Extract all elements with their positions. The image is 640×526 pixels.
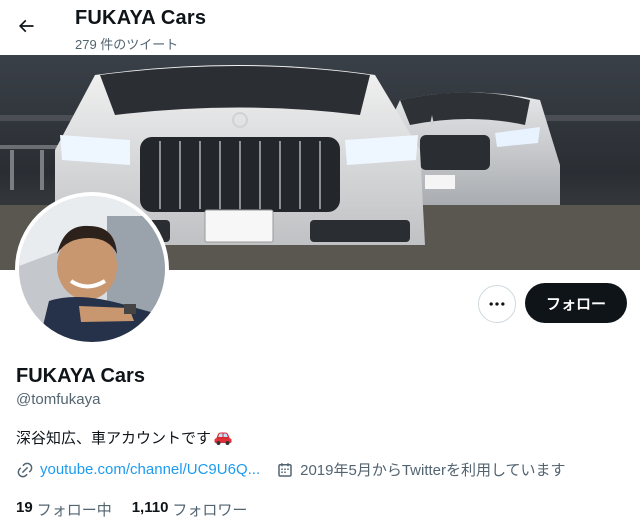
car-emoji	[214, 432, 232, 445]
profile-bio: 深谷知広、車アカウントです	[16, 427, 233, 448]
profile-website-link[interactable]: youtube.com/channel/UC9U6Q...	[40, 461, 260, 478]
arrow-left-icon	[18, 19, 34, 33]
profile-avatar[interactable]	[15, 192, 169, 346]
joined-text: 2019年5月からTwitterを利用しています	[300, 462, 566, 479]
back-button[interactable]	[8, 8, 44, 44]
more-dots-icon	[489, 302, 505, 306]
tweet-count: 279 件のツイート	[75, 37, 179, 52]
followers-count: 1,110	[131, 499, 169, 516]
top-bar: FUKAYA Cars 279 件のツイート	[0, 0, 640, 55]
joined-date: 2019年5月からTwitterを利用しています	[276, 459, 566, 480]
avatar-image	[19, 196, 165, 342]
follow-button[interactable]: フォロー	[525, 283, 627, 323]
follow-stats: 19 フォロー中 1,110 フォロワー	[16, 499, 247, 520]
link-icon	[17, 462, 33, 477]
followers-label: フォロワー	[172, 502, 248, 519]
following-label: フォロー中	[36, 502, 112, 519]
more-options-button[interactable]	[478, 285, 516, 323]
calendar-icon	[278, 462, 292, 477]
header-title: FUKAYA Cars	[75, 7, 207, 29]
followers-stat[interactable]: 1,110 フォロワー	[132, 499, 248, 520]
profile-handle: @tomfukaya	[16, 391, 101, 408]
bio-text: 深谷知広、車アカウントです	[16, 430, 212, 447]
following-count: 19	[16, 499, 33, 516]
profile-name: FUKAYA Cars	[16, 365, 145, 387]
profile-meta: youtube.com/channel/UC9U6Q... 2019年5月からT…	[16, 459, 566, 480]
following-stat[interactable]: 19 フォロー中	[16, 499, 112, 520]
